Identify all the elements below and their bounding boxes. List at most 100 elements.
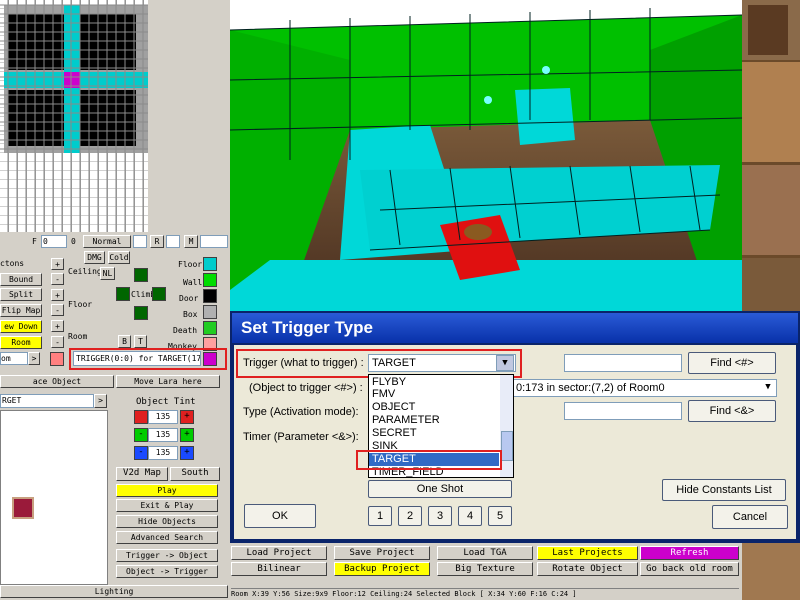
split-button[interactable]: Split [0,288,42,301]
minus-button-2[interactable]: - [51,304,64,316]
page-3-button[interactable]: 3 [428,506,452,526]
count-value: 0 [71,237,76,246]
south-button[interactable]: South [170,467,220,481]
trigger-to-object-button[interactable]: Trigger -> Object [116,549,218,562]
tint-g-minus[interactable]: - [134,428,148,442]
option-flyby[interactable]: FLYBY [372,376,406,388]
legend-box-swatch[interactable] [203,305,217,319]
ok-button[interactable]: OK [244,504,316,528]
page-1-button[interactable]: 1 [368,506,392,526]
object-select-arrow-icon[interactable]: > [94,394,107,408]
tint-g-input[interactable]: 135 [148,428,178,442]
option-fmv[interactable]: FMV [372,388,395,400]
timer-label: Timer (Parameter <&>): [243,431,359,443]
page-2-button[interactable]: 2 [398,506,422,526]
option-parameter[interactable]: PARAMETER [372,414,440,426]
room-grid-map[interactable] [0,0,148,232]
plus-button-1[interactable]: + [51,258,64,270]
legend-box-label: Box [183,310,198,319]
object-dropdown-arrow-icon[interactable]: ▼ [760,380,776,396]
minus-button-3[interactable]: - [51,336,64,348]
legend-death-swatch[interactable] [203,321,217,335]
go-back-old-room-button[interactable]: Go back old room [640,562,739,576]
lighting-tab[interactable]: Lighting [0,585,228,598]
page-4-button[interactable]: 4 [458,506,482,526]
climb-swatch-left[interactable] [116,287,130,301]
bound-button[interactable]: Bound [0,273,42,286]
rotate-object-button[interactable]: Rotate Object [537,562,638,576]
m-button[interactable]: M [184,235,198,248]
climb-swatch-bottom[interactable] [134,306,148,320]
color-swatch-pink [50,352,64,366]
legend-door-swatch[interactable] [203,289,217,303]
tint-r-input[interactable]: 135 [148,410,178,424]
hide-constants-button[interactable]: Hide Constants List [662,479,786,501]
3d-viewport[interactable] [230,0,742,312]
normal-button[interactable]: Normal [83,235,131,248]
room-select[interactable]: om [0,352,28,365]
plus-button-2[interactable]: + [51,289,64,301]
b-button[interactable]: B [118,335,131,348]
dropdown-scrollbar[interactable] [500,375,513,477]
object-to-trigger-button[interactable]: Object -> Trigger [116,565,218,578]
tint-b-minus[interactable]: - [134,446,148,460]
r-button[interactable]: R [150,235,164,248]
play-button[interactable]: Play [116,484,218,497]
dmg-button[interactable]: DMG [84,251,105,264]
room-grid-svg[interactable] [0,0,148,232]
bilinear-button[interactable]: Bilinear [231,562,327,576]
find-amp-button[interactable]: Find <&> [688,400,776,422]
move-lara-button[interactable]: Move Lara here [116,375,220,388]
option-secret[interactable]: SECRET [372,427,417,439]
tint-g-plus[interactable]: + [180,428,194,442]
t-button[interactable]: T [134,335,147,348]
dropdown-arrow-icon[interactable]: ▼ [496,355,514,371]
small-field-3[interactable] [200,235,228,248]
3d-scene[interactable] [230,0,742,312]
legend-floor-swatch[interactable] [203,257,217,271]
load-project-button[interactable]: Load Project [231,546,327,560]
object-to-trigger-select[interactable]: 0:173 in sector:(7,2) of Room0 [513,379,777,397]
tint-r-plus[interactable]: + [180,410,194,424]
last-projects-button[interactable]: Last Projects [537,546,638,560]
load-tga-button[interactable]: Load TGA [437,546,533,560]
backup-project-button[interactable]: Backup Project [334,562,430,576]
save-project-button[interactable]: Save Project [334,546,430,560]
option-object[interactable]: OBJECT [372,401,415,413]
room-select-arrow-icon[interactable]: > [28,352,40,365]
minus-button-1[interactable]: - [51,273,64,285]
grid-edge-panel [148,0,230,232]
refresh-button[interactable]: Refresh [640,546,739,560]
find-hash-input[interactable] [564,354,682,372]
small-field-1[interactable] [133,235,147,248]
legend-wall-swatch[interactable] [203,273,217,287]
find-hash-button[interactable]: Find <#> [688,352,776,374]
climb-swatch-top[interactable] [134,268,148,282]
f-value-input[interactable]: 0 [41,235,67,248]
exit-play-button[interactable]: Exit & Play [116,499,218,512]
find-amp-input[interactable] [564,402,682,420]
tint-b-input[interactable]: 135 [148,446,178,460]
climb-swatch-right[interactable] [152,287,166,301]
big-texture-button[interactable]: Big Texture [437,562,533,576]
tint-red-swatch[interactable] [134,410,148,424]
room-button[interactable]: Room [0,336,42,349]
v2d-map-button[interactable]: V2d Map [116,467,168,481]
status-bar: Room X:39 Y:56 Size:9x9 Floor:12 Ceiling… [231,588,739,600]
page-5-button[interactable]: 5 [488,506,512,526]
hide-objects-button[interactable]: Hide Objects [116,515,218,528]
cancel-button[interactable]: Cancel [712,505,788,529]
place-object-button[interactable]: ace Object [0,375,114,388]
nl-button[interactable]: NL [100,267,115,280]
plus-button-3[interactable]: + [51,320,64,332]
dropdown-scroll-thumb[interactable] [501,431,513,461]
one-shot-button[interactable]: One Shot [368,480,512,498]
advanced-search-button[interactable]: Advanced Search [116,531,218,544]
new-down-button[interactable]: ew Down [0,320,42,333]
cold-button[interactable]: Cold [108,251,130,264]
object-select[interactable]: RGET [0,394,94,408]
flip-map-button[interactable]: Flip Map [0,304,42,317]
trigger-type-select[interactable]: TARGET [368,354,516,372]
tint-b-plus[interactable]: + [180,446,194,460]
small-field-2[interactable] [166,235,180,248]
